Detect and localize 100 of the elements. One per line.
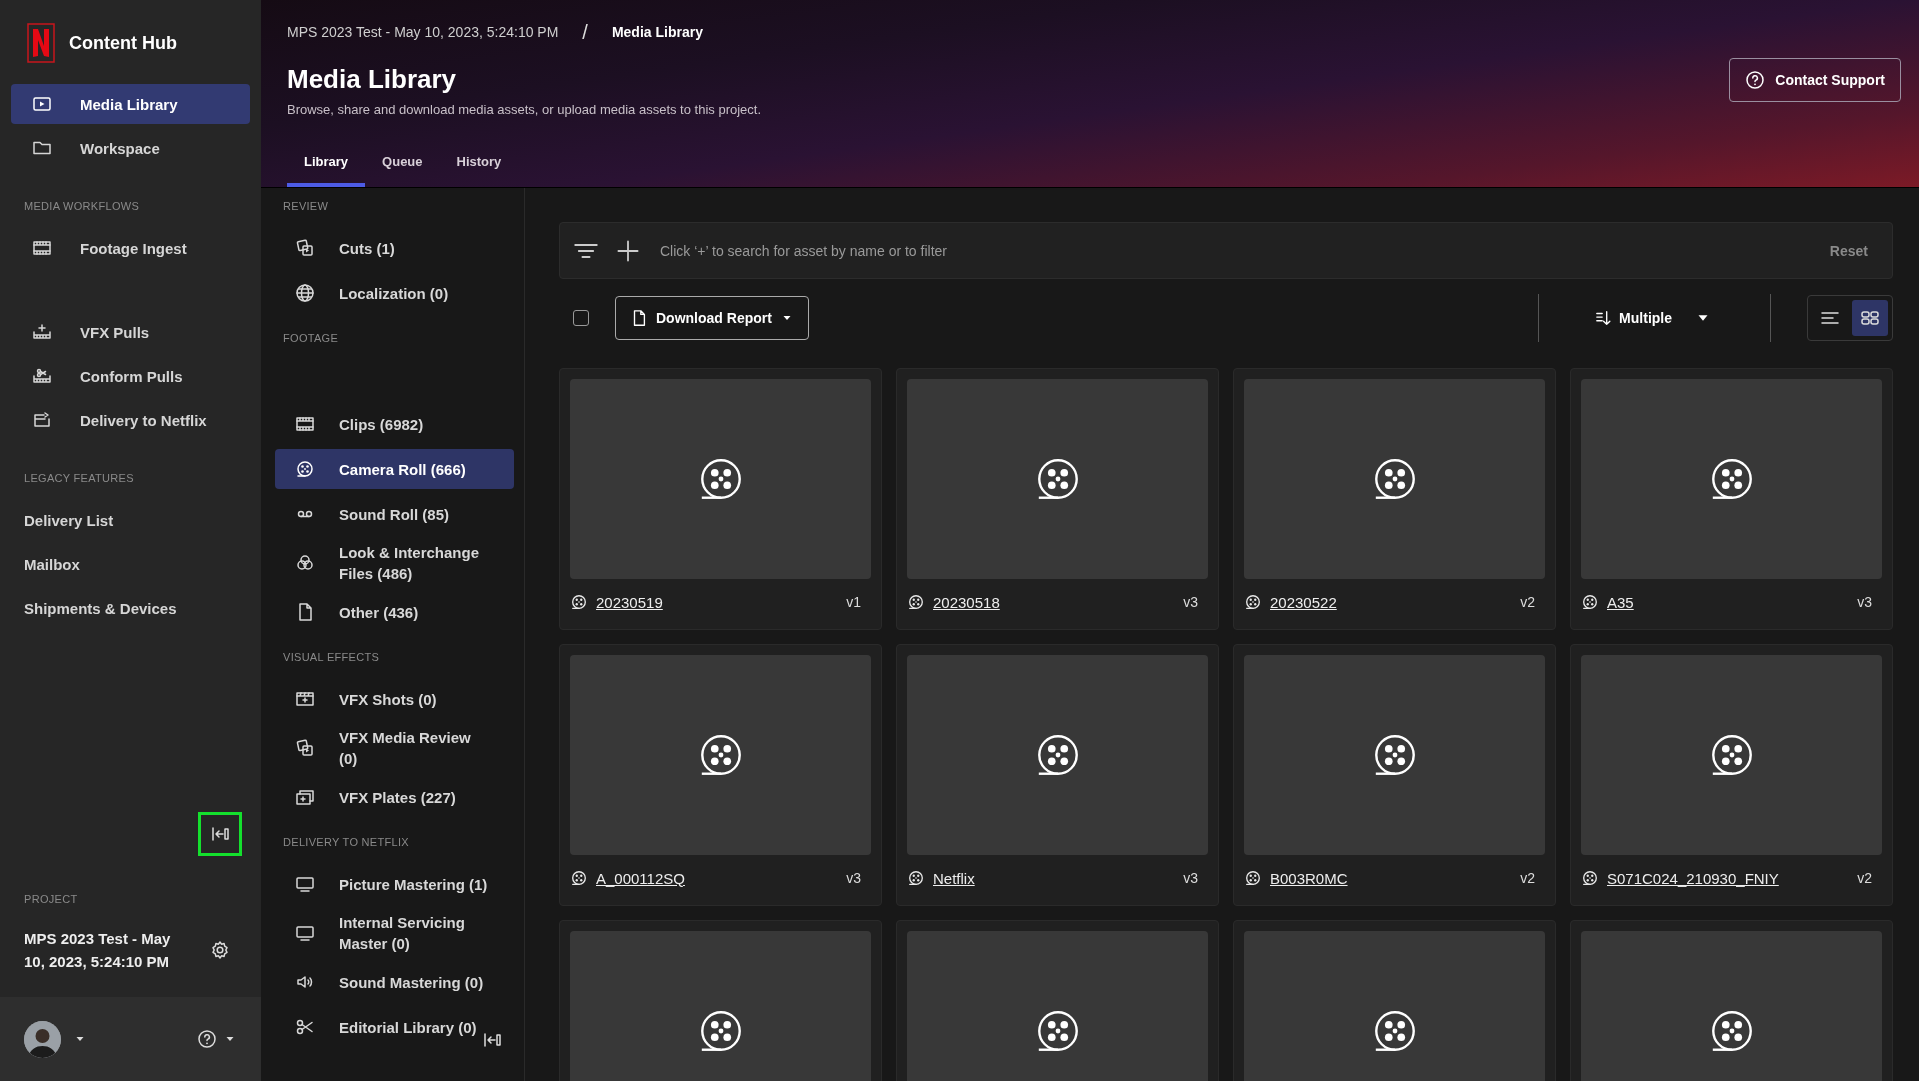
version-label: v2 [1857,870,1872,886]
nav-item[interactable]: Delivery List [11,500,250,540]
section-heading: DELIVERY TO NETFLIX [282,835,410,850]
contact-support-button[interactable]: Contact Support [1729,58,1901,102]
version-label: v2 [1520,594,1535,610]
asset-name-link[interactable]: 20230518 [933,593,1176,611]
nav-item[interactable]: Mailbox [11,544,250,584]
settings-button[interactable] [210,940,230,960]
asset-name-link[interactable]: 20230519 [596,593,839,611]
asset-name-link[interactable]: 20230522 [1270,593,1513,611]
film-reel-icon [907,869,925,887]
section-heading: VISUAL EFFECTS [282,650,381,665]
grid-view-button[interactable] [1852,300,1888,336]
film-reel-icon [1581,869,1599,887]
breadcrumb-separator: / [582,20,588,44]
nav-item[interactable]: Workspace [11,128,250,168]
nav-item[interactable]: Camera Roll (666) [275,449,514,489]
film-reel-icon [570,869,588,887]
asset-card[interactable]: A35 v3 [1570,368,1893,630]
section-heading: MEDIA WORKFLOWS [23,199,141,214]
nav-item[interactable]: Delivery to Netflix [11,400,250,440]
version-label: v3 [846,870,861,886]
nav-item[interactable]: Sound Roll (85) [275,494,514,534]
nav-item[interactable]: Editorial Library (0) [275,1007,514,1047]
monitor-icon [295,874,315,894]
version-label: v3 [1183,870,1198,886]
nav-item[interactable]: Look & Interchange Files (486) [275,539,514,587]
scissors-tray-icon [32,366,52,386]
film-reel-icon [1581,593,1599,611]
app-name: Content Hub [69,32,177,54]
version-label: v2 [1520,870,1535,886]
nav-item[interactable]: Clips (6982) [275,404,514,444]
film-reel-icon [295,459,315,479]
stacked-clips-icon [295,238,315,258]
asset-card[interactable]: 20230518 v3 [896,368,1219,630]
clapperboard-icon [295,689,315,709]
nav-item[interactable]: Picture Mastering (1) [275,864,514,904]
film-strip-icon [32,238,52,258]
logo [27,23,55,63]
add-filter-button[interactable] [616,238,640,263]
film-reel-icon [1244,869,1262,887]
stacked-clips-icon [295,738,315,758]
scissors-icon [295,1017,315,1037]
asset-card[interactable]: S071C024_210930_FNIY v2 [1570,644,1893,906]
version-label: v1 [846,594,861,610]
stacked-frames-icon [295,787,315,807]
nav-item[interactable]: Media Library [11,84,250,124]
section-heading: FOOTAGE [282,331,340,346]
asset-name-link[interactable]: Netflix [933,869,1176,887]
nav-item[interactable]: VFX Media Review (0) [275,724,514,772]
nav-item[interactable]: Shipments & Devices [11,588,250,628]
nav-item[interactable]: Internal Servicing Master (0) [275,909,514,957]
collapse-panel-icon [210,824,230,844]
grid-view-icon [1860,308,1880,328]
version-label: v3 [1183,594,1198,610]
asset-name-link[interactable]: A35 [1607,593,1850,611]
film-reel-icon [907,593,925,611]
nav-item[interactable]: VFX Pulls [11,312,250,352]
breadcrumb-current: Media Library [611,24,703,40]
collapse-panel-icon [482,1030,502,1050]
asset-card[interactable]: Netflix v3 [896,644,1219,906]
reset-button[interactable]: Reset [1823,241,1874,260]
help-icon [197,1029,217,1049]
sparkle-tray-icon [32,322,52,342]
tab[interactable]: Queue [365,142,440,187]
collapse-sidebar-button[interactable] [198,812,242,856]
section-heading: LEGACY FEATURES [23,471,135,486]
page-description: Browse, share and download media assets, or upload media assets to this project. [287,102,763,117]
avatar [24,1020,61,1058]
asset-card[interactable]: A_000112SQ v3 [559,644,882,906]
nav-item[interactable]: Other (436) [275,592,514,632]
breadcrumb-link[interactable]: MPS 2023 Test - May 10, 2023, 5:24:10 PM [287,24,559,40]
tab[interactable]: History [439,142,519,187]
asset-card[interactable]: 20230519 v1 [559,368,882,630]
asset-name-link[interactable]: B003R0MC [1270,869,1513,887]
settings-icon [210,940,230,960]
nav-item[interactable]: Cuts (1) [275,228,514,268]
film-strip-icon [295,414,315,434]
section-heading: REVIEW [282,199,330,214]
nav-item[interactable]: VFX Plates (227) [275,777,514,817]
asset-card[interactable]: 20230522 v2 [1233,368,1556,630]
asset-name-link[interactable]: S071C024_210930_FNIY [1607,869,1850,887]
nav-item[interactable]: Localization (0) [275,273,514,313]
nav-item[interactable]: Footage Ingest [11,228,250,268]
add-icon [616,238,640,263]
download-report-button[interactable]: Download Report [615,296,809,340]
project-name: MPS 2023 Test - May 10, 2023, 5:24:10 PM [24,929,172,972]
nav-item[interactable]: Sound Mastering (0) [275,962,514,1002]
play-icon [32,94,52,114]
select-all-checkbox[interactable] [573,310,589,326]
nav-item[interactable]: Conform Pulls [11,356,250,396]
help-icon [1745,70,1766,90]
asset-card[interactable]: B003R0MC v2 [1233,644,1556,906]
globe-icon [295,283,315,303]
section-heading: PROJECT [24,893,79,905]
sort-dropdown[interactable]: Multiple [1589,308,1718,328]
asset-name-link[interactable]: A_000112SQ [596,869,839,887]
search-bar[interactable]: Click ‘+’ to search for asset by name or to filter Reset [559,222,1893,279]
collapse-panel-button[interactable] [482,1030,502,1050]
nav-item[interactable]: VFX Shots (0) [275,679,514,719]
